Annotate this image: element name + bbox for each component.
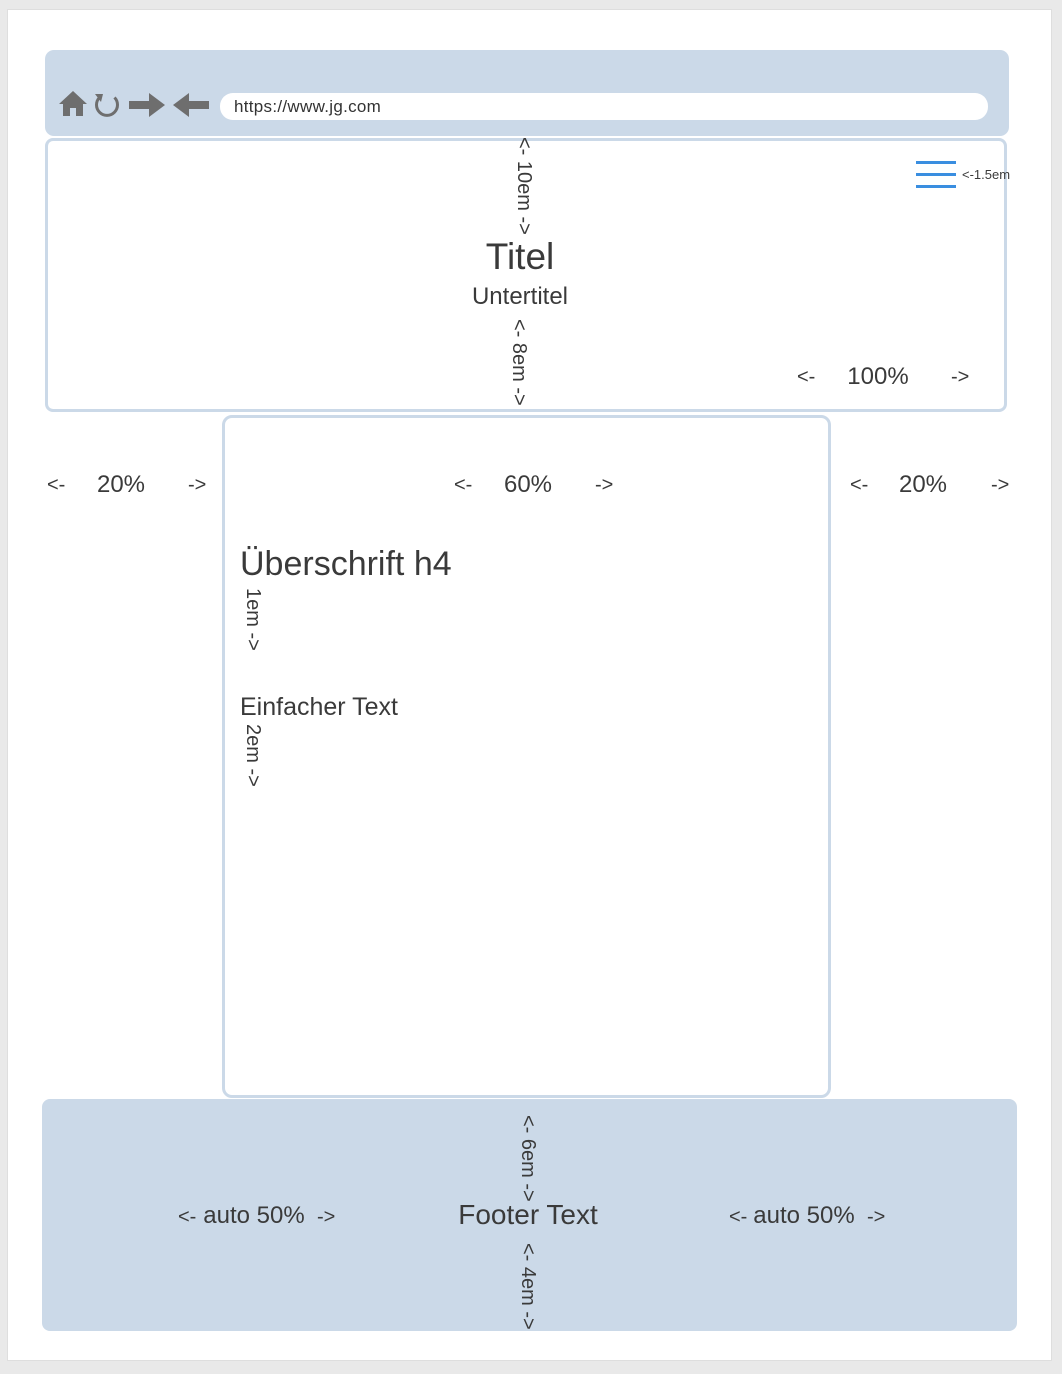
- text-spacing-label: 2em ->: [242, 724, 264, 787]
- home-icon[interactable]: [56, 88, 90, 122]
- hamburger-menu-icon[interactable]: [916, 160, 956, 190]
- main-content-column: [222, 415, 831, 1098]
- header-width-arrow-left: <-: [797, 366, 816, 388]
- header-width-arrow-right: ->: [951, 366, 970, 388]
- page-title: Titel: [485, 236, 555, 277]
- content-heading-h4: Überschrift h4: [240, 545, 452, 583]
- header-width-label: 100%: [847, 363, 909, 390]
- heading-spacing-label: 1em ->: [242, 588, 264, 651]
- footer-left-arrow-left: <-: [178, 1206, 197, 1228]
- left-column-width-label: 20%: [96, 471, 146, 498]
- content-body-text: Einfacher Text: [240, 693, 398, 721]
- back-arrow-icon[interactable]: [171, 88, 211, 122]
- footer-right-arrow-left: <-: [729, 1206, 748, 1228]
- footer-right-width-label: auto 50%: [753, 1202, 855, 1229]
- center-column-arrow-left: <-: [454, 474, 473, 496]
- page-subtitle: Untertitel: [471, 283, 569, 310]
- right-column-width-label: 20%: [898, 471, 948, 498]
- url-input[interactable]: https://www.jg.com: [220, 93, 988, 120]
- footer-bottom-spacing-label: <- 4em ->: [517, 1243, 539, 1330]
- right-column-arrow-right: ->: [991, 474, 1010, 496]
- left-column-arrow-left: <-: [47, 474, 66, 496]
- center-column-width-label: 60%: [503, 471, 553, 498]
- right-column-arrow-left: <-: [850, 474, 869, 496]
- left-column-arrow-right: ->: [188, 474, 207, 496]
- footer-right-arrow-right: ->: [867, 1206, 886, 1228]
- header-top-spacing-label: <- 10em ->: [513, 137, 535, 235]
- footer-text: Footer Text: [458, 1199, 598, 1230]
- footer-top-spacing-label: <- 6em ->: [517, 1115, 539, 1202]
- forward-arrow-icon[interactable]: [127, 88, 167, 122]
- center-column-arrow-right: ->: [595, 474, 614, 496]
- header-bottom-spacing-label: <- 8em ->: [508, 319, 530, 406]
- footer-left-arrow-right: ->: [317, 1206, 336, 1228]
- footer-left-width-label: auto 50%: [203, 1202, 305, 1229]
- reload-icon[interactable]: [90, 88, 124, 122]
- menu-size-label: <-1.5em: [962, 167, 1011, 182]
